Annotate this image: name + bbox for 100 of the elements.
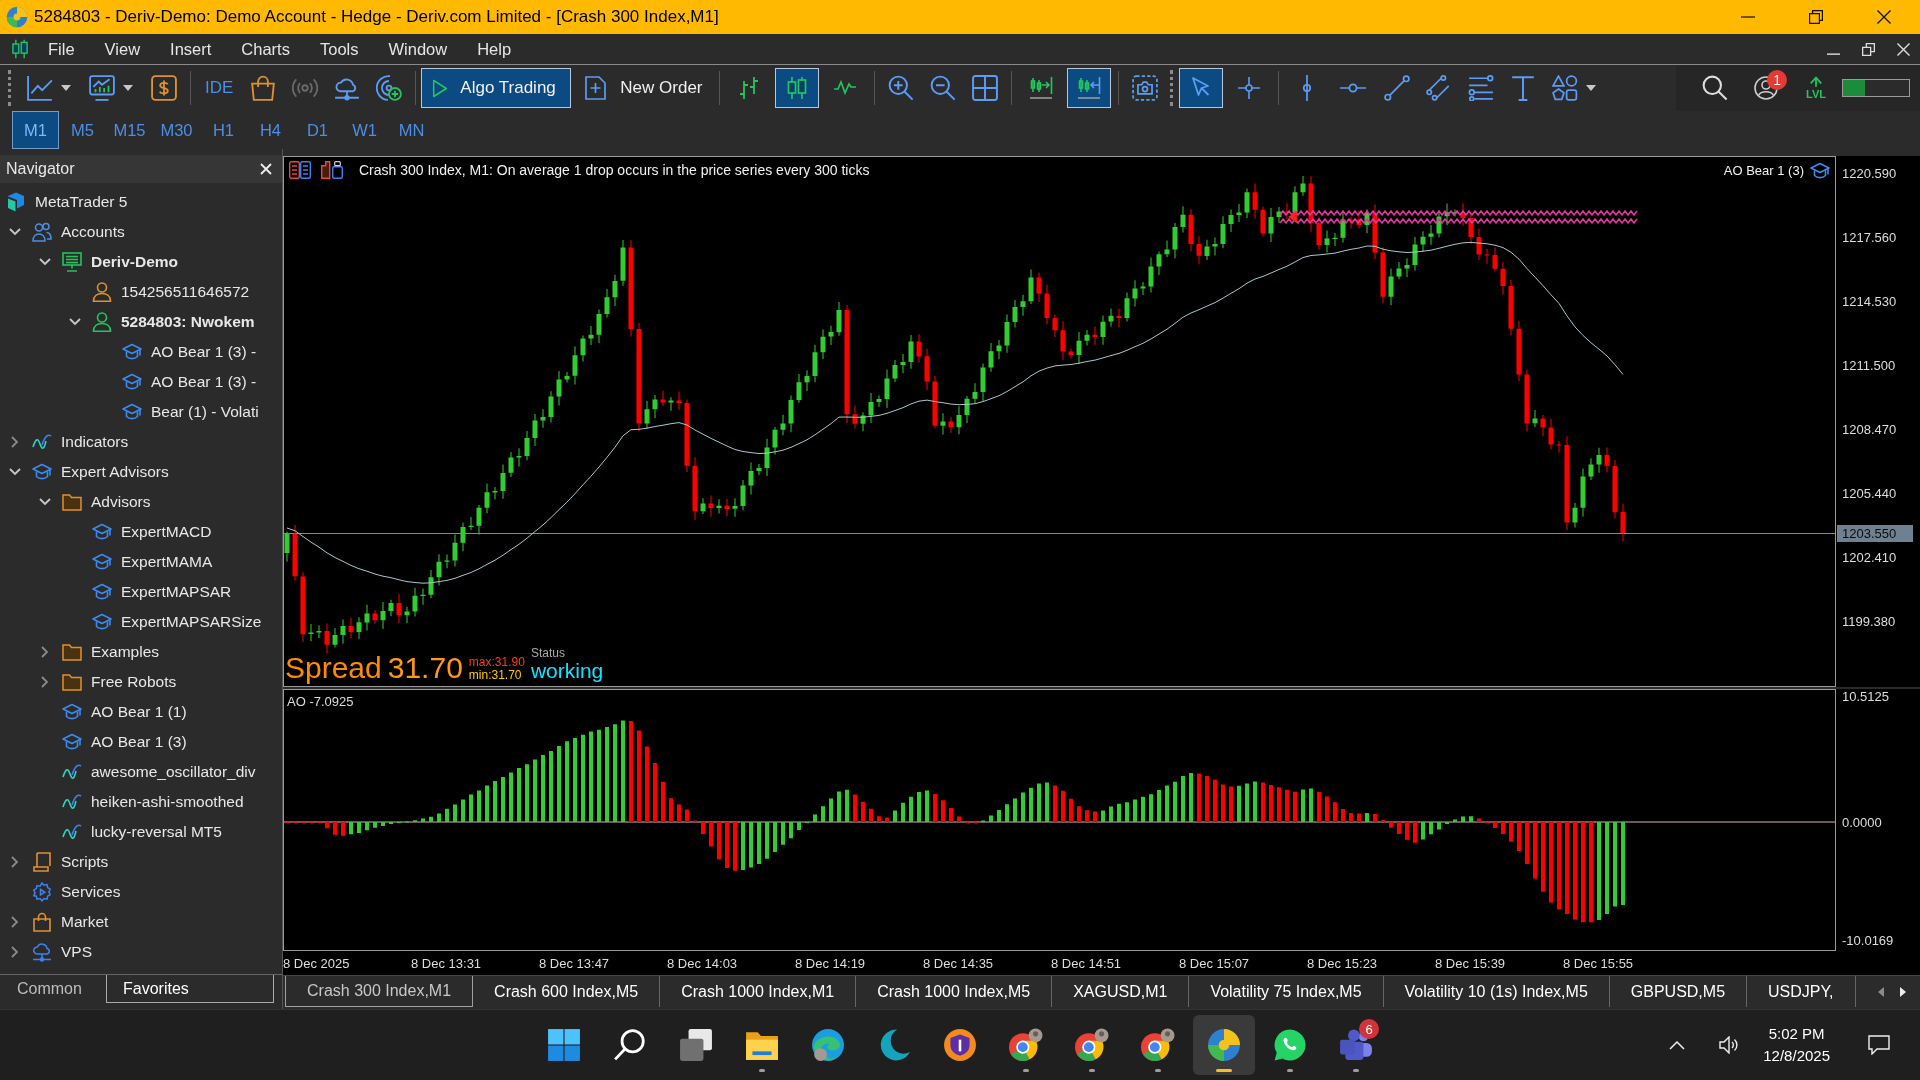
menu-item[interactable]: Window: [373, 39, 463, 59]
tree-item[interactable]: AO Bear 1 (1): [91, 703, 187, 721]
timeframe-button[interactable]: W1: [341, 111, 388, 149]
chart-tab[interactable]: XAGUSD,M1: [1052, 976, 1190, 1007]
scroll-right-icon[interactable]: [1900, 986, 1906, 997]
tree-item[interactable]: ExpertMACD: [121, 523, 212, 541]
chart-tab[interactable]: Volatility 10 (1s) Index,M5: [1383, 976, 1610, 1007]
algo-trading-button[interactable]: Algo Trading: [421, 68, 572, 108]
notification-icon[interactable]: [1868, 1035, 1890, 1055]
grid-icon[interactable]: [971, 75, 998, 101]
chevron-right-icon[interactable]: [41, 676, 49, 688]
tree-item[interactable]: 5284803: Nwokem: [121, 313, 255, 331]
tree-item[interactable]: Bear (1) - Volati: [151, 403, 259, 421]
tree-item[interactable]: VPS: [61, 943, 92, 961]
auto-scroll-button[interactable]: [1066, 68, 1111, 108]
menu-item[interactable]: Charts: [226, 39, 305, 59]
tree-item[interactable]: Accounts: [61, 223, 125, 241]
menu-item[interactable]: Tools: [304, 39, 374, 59]
tree-item[interactable]: AO Bear 1 (3) -: [151, 343, 257, 361]
chevron-down-icon[interactable]: [39, 258, 51, 266]
panel-tab[interactable]: Common: [0, 975, 106, 1003]
user-icon[interactable]: [1754, 76, 1779, 100]
taskbar-app[interactable]: 6: [1325, 1015, 1387, 1075]
shopping-bag-icon[interactable]: [250, 75, 277, 101]
chart-window-icon[interactable]: [89, 75, 115, 101]
zoom-out-icon[interactable]: [929, 75, 956, 101]
horizontal-line-icon[interactable]: [1339, 83, 1366, 93]
taskbar-app[interactable]: [1193, 1015, 1255, 1075]
tree-item[interactable]: Market: [61, 913, 109, 931]
tree-item[interactable]: AO Bear 1 (3): [91, 733, 187, 751]
chart-tab[interactable]: Crash 1000 Index,M5: [856, 976, 1053, 1007]
chevron-right-icon[interactable]: [11, 856, 19, 868]
trend-line-icon[interactable]: [1383, 75, 1410, 101]
tree-item[interactable]: 154256511646572: [121, 283, 250, 301]
tree-item[interactable]: heiken-ashi-smoothed: [91, 793, 244, 811]
tree-item[interactable]: Expert Advisors: [61, 463, 169, 481]
speaker-icon[interactable]: [1719, 1036, 1740, 1054]
tree-item[interactable]: Advisors: [91, 493, 151, 511]
tree-item[interactable]: AO Bear 1 (3) -: [151, 373, 257, 391]
tree-item[interactable]: Services: [61, 883, 121, 901]
chart-tab[interactable]: Crash 1000 Index,M1: [660, 976, 857, 1007]
chevron-right-icon[interactable]: [11, 946, 19, 958]
timeframe-button[interactable]: M1: [12, 111, 59, 149]
tree-item[interactable]: ExpertMAPSARSize: [121, 613, 262, 631]
radar-plus-icon[interactable]: [376, 75, 403, 101]
tree-item[interactable]: Indicators: [61, 433, 129, 451]
tree-item[interactable]: ExpertMAMA: [121, 553, 213, 571]
restore-icon[interactable]: [1809, 10, 1823, 24]
timeframe-button[interactable]: M15: [106, 111, 153, 149]
chart-tab[interactable]: Volatility 75 Index,M5: [1189, 976, 1384, 1007]
zoom-in-icon[interactable]: [887, 75, 914, 101]
timeframe-button[interactable]: D1: [294, 111, 341, 149]
chart-tab[interactable]: GBPUSD,M5: [1609, 976, 1748, 1007]
tree-item[interactable]: MetaTrader 5: [35, 193, 128, 211]
shapes-icon[interactable]: [1551, 75, 1578, 101]
caret-icon[interactable]: [1585, 85, 1596, 91]
chevron-down-icon[interactable]: [69, 318, 81, 326]
chevron-down-icon[interactable]: [39, 498, 51, 506]
menu-item[interactable]: View: [89, 39, 156, 59]
timeframe-button[interactable]: H1: [200, 111, 247, 149]
menu-item[interactable]: Insert: [155, 39, 227, 59]
line-chart-icon[interactable]: [27, 75, 53, 101]
ide-button[interactable]: IDE: [205, 78, 234, 98]
chevron-down-icon[interactable]: [9, 468, 21, 476]
timeframe-button[interactable]: M5: [59, 111, 106, 149]
clock-time[interactable]: 5:02 PM: [1768, 1023, 1825, 1045]
timeframe-button[interactable]: M30: [153, 111, 200, 149]
grip-icon[interactable]: [8, 70, 11, 106]
graduation-cap-icon[interactable]: [1810, 162, 1830, 179]
list-icon[interactable]: [289, 161, 311, 179]
chart-type-button[interactable]: [774, 68, 819, 108]
panel-tab[interactable]: Favorites: [106, 975, 274, 1003]
dollar-icon[interactable]: [151, 75, 177, 101]
blocks-icon[interactable]: [321, 161, 343, 179]
tree-item[interactable]: Free Robots: [91, 673, 177, 691]
chevron-up-icon[interactable]: [1669, 1040, 1686, 1050]
close-icon[interactable]: [1877, 10, 1891, 24]
new-order-button[interactable]: New Order: [573, 68, 714, 108]
chevron-right-icon[interactable]: [11, 436, 19, 448]
caret-icon[interactable]: [61, 85, 71, 91]
chart-tab[interactable]: Crash 600 Index,M5: [473, 976, 661, 1007]
tree-item[interactable]: Scripts: [61, 853, 109, 871]
clock-date[interactable]: 12/8/2025: [1763, 1045, 1830, 1067]
timeframe-button[interactable]: H4: [247, 111, 294, 149]
chevron-right-icon[interactable]: [41, 646, 49, 658]
menu-item[interactable]: File: [33, 39, 90, 59]
vertical-line-icon[interactable]: [1301, 75, 1312, 101]
screenshot-icon[interactable]: [1131, 75, 1158, 101]
chevron-right-icon[interactable]: [11, 916, 19, 928]
tree-item[interactable]: ExpertMAPSAR: [121, 583, 232, 601]
caret-icon[interactable]: [123, 85, 133, 91]
channel-icon[interactable]: [1425, 75, 1452, 101]
tree-item[interactable]: lucky-reversal MT5: [91, 823, 222, 841]
chart-tab[interactable]: USDJPY,: [1747, 976, 1856, 1007]
fibonacci-lines-icon[interactable]: [1467, 75, 1494, 101]
chart-tab[interactable]: Crash 300 Index,M1: [285, 976, 474, 1007]
scroll-left-icon[interactable]: [1878, 986, 1884, 997]
text-tool-icon[interactable]: [1509, 75, 1536, 101]
menu-item[interactable]: Help: [462, 39, 527, 59]
chevron-down-icon[interactable]: [9, 228, 21, 236]
